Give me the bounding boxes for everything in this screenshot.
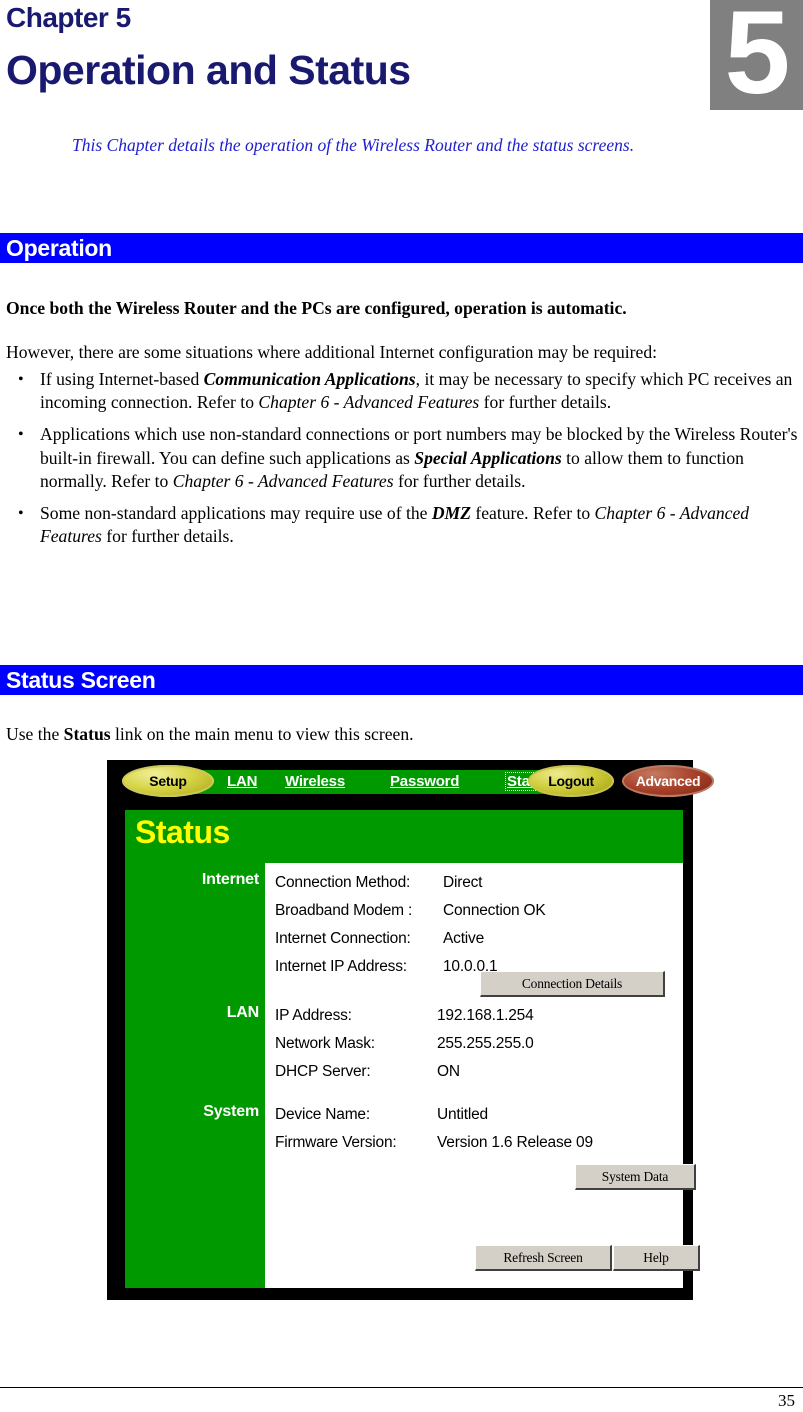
status-row: IP Address: 192.168.1.254 [275, 1002, 534, 1030]
router-content-panel: Connection Method: Direct Broadband Modem … [265, 863, 700, 1288]
group-label-internet: Internet [201, 871, 259, 888]
group-label-lan: LAN [226, 1004, 259, 1021]
section-heading-status-screen-label: Status Screen [6, 667, 156, 693]
text-run: for further details. [393, 470, 526, 491]
nav-button-advanced[interactable]: Advanced [622, 765, 714, 797]
list-item: • If using Internet-based Communication A… [0, 368, 800, 414]
text-run: for further details. [101, 526, 234, 547]
bullet-marker-icon: • [18, 426, 24, 444]
text-run: Status [63, 724, 111, 744]
status-row-value: 255.255.255.0 [437, 1035, 534, 1052]
status-row-value: Direct [443, 874, 483, 891]
section-heading-operation-label: Operation [6, 235, 112, 261]
status-row-value: Untitled [437, 1106, 488, 1123]
text-run: Some non-standard applications may requi… [40, 503, 432, 524]
status-row-value: Active [443, 930, 485, 947]
chapter-header: Chapter 5 Operation and Status 5 [0, 0, 803, 120]
text-run: link on the main menu to view this scree… [110, 724, 414, 744]
status-row-key: Internet IP Address: [275, 958, 407, 975]
operation-lead-bold: Once both the Wireless Router and the PC… [6, 298, 627, 318]
text-run: feature. Refer to [470, 503, 595, 524]
footer-divider [0, 1387, 803, 1388]
section-heading-status-screen: Status Screen [0, 665, 803, 695]
status-row: Firmware Version: Version 1.6 Release 09 [275, 1129, 593, 1157]
status-row-key: Firmware Version: [275, 1134, 397, 1151]
nav-link-password[interactable]: Password [390, 773, 459, 790]
status-row-value: ON [437, 1063, 460, 1080]
bullet-marker-icon: • [18, 371, 24, 388]
list-item: • Applications which use non-standard con… [0, 423, 800, 493]
status-screen-intro: Use the Status link on the main menu to … [6, 723, 796, 746]
operation-lead-normal: However, there are some situations where… [6, 342, 658, 362]
internet-status-rows: Connection Method: Direct Broadband Modem … [275, 869, 546, 981]
operation-bullet-list: • If using Internet-based Communication A… [0, 368, 803, 557]
status-row-key: IP Address: [275, 1007, 352, 1024]
text-run: Chapter 6 - Advanced Features [172, 470, 394, 491]
router-group-label-column: Internet LAN System [125, 863, 265, 1288]
lan-status-rows: IP Address: 192.168.1.254 Network Mask: 255… [275, 1002, 534, 1086]
status-row: Internet Connection: Active [275, 925, 546, 953]
status-row: Network Mask: 255.255.255.0 [275, 1030, 534, 1058]
chapter-intro-text: This Chapter details the operation of th… [72, 135, 635, 155]
chapter-label: Chapter 5 [6, 2, 131, 33]
status-row: Broadband Modem : Connection OK [275, 897, 546, 925]
system-data-button[interactable]: System Data [575, 1164, 696, 1190]
page-number: 35 [778, 1391, 795, 1410]
list-item: • Some non-standard applications may requ… [0, 502, 800, 548]
status-row-key: Connection Method: [275, 874, 411, 891]
text-run: Communication Applications [203, 369, 416, 389]
help-button[interactable]: Help [613, 1245, 700, 1271]
bullet-marker-icon: • [18, 505, 24, 523]
text-run: Chapter 6 - Advanced Features [258, 392, 480, 413]
status-row: DHCP Server: ON [275, 1058, 534, 1086]
status-row-value: 192.168.1.254 [437, 1007, 534, 1024]
section-heading-operation: Operation [0, 233, 803, 263]
group-label-system: System [203, 1103, 259, 1120]
status-row: Connection Method: Direct [275, 869, 546, 897]
nav-link-wireless[interactable]: Wireless [285, 773, 345, 790]
status-row-value: Version 1.6 Release 09 [437, 1134, 593, 1151]
router-navbar: Setup LAN Wireless Password Status Logou… [107, 760, 714, 802]
connection-details-button[interactable]: Connection Details [480, 971, 665, 997]
nav-link-lan[interactable]: LAN [227, 773, 257, 790]
router-page-title-bar: Status [125, 810, 683, 863]
status-row-key: Broadband Modem : [275, 902, 413, 919]
chapter-number-glyph: 5 [724, 0, 791, 110]
refresh-screen-button[interactable]: Refresh Screen [475, 1245, 612, 1271]
router-status-screenshot: Setup LAN Wireless Password Status Logou… [107, 760, 714, 1300]
system-status-rows: Device Name: Untitled Firmware Version: Ver… [275, 1101, 593, 1157]
status-row-value: Connection OK [443, 902, 546, 919]
text-run: Use the [6, 724, 64, 744]
status-row-key: DHCP Server: [275, 1063, 371, 1080]
status-row: Device Name: Untitled [275, 1101, 593, 1129]
nav-button-setup[interactable]: Setup [122, 765, 214, 797]
chapter-number-badge: 5 [710, 0, 803, 110]
status-row-key: Device Name: [275, 1106, 370, 1123]
text-run: DMZ [431, 503, 471, 524]
status-row-key: Internet Connection: [275, 930, 411, 947]
status-row-key: Network Mask: [275, 1035, 375, 1052]
page-title: Operation and Status [6, 47, 411, 93]
text-run: for further details. [479, 392, 612, 413]
text-run: If using Internet-based [40, 369, 204, 389]
router-page-title: Status [135, 814, 230, 850]
nav-button-logout[interactable]: Logout [528, 765, 614, 797]
text-run: Special Applications [414, 447, 562, 468]
router-page-body: Status Internet LAN System Connection Me… [125, 810, 700, 1288]
